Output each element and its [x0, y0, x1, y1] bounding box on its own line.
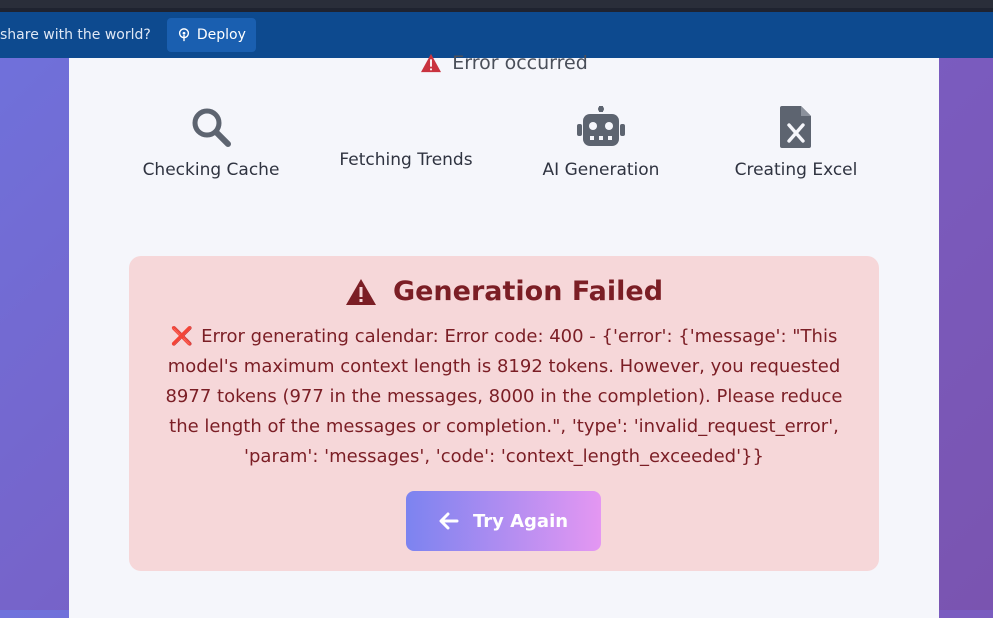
- step-ai-generation: AI Generation: [531, 106, 671, 180]
- deploy-label: Deploy: [196, 27, 246, 43]
- step-creating-excel: Creating Excel: [726, 106, 866, 180]
- step-checking-cache: Checking Cache: [141, 106, 281, 180]
- deploy-icon: [178, 28, 189, 42]
- window-top-strip-inner: [0, 0, 993, 8]
- try-again-button[interactable]: Try Again: [406, 491, 601, 551]
- step-label: AI Generation: [542, 160, 660, 180]
- step-fetching-trends: Fetching Trends: [331, 150, 481, 170]
- warning-icon: [421, 53, 442, 73]
- status-text: Error occurred: [452, 52, 588, 74]
- try-again-label: Try Again: [472, 510, 569, 532]
- status-line: Error occurred: [69, 52, 939, 74]
- error-title: Generation Failed: [392, 276, 664, 307]
- window-top-strip: [0, 0, 993, 12]
- cross-icon: ❌: [170, 326, 194, 347]
- step-label: Fetching Trends: [339, 150, 473, 170]
- main-card: Error occurred Checking Cache Fetching T…: [69, 52, 939, 618]
- banner-text: share with the world?: [0, 27, 151, 43]
- step-label: Creating Excel: [734, 160, 858, 180]
- arrow-left-icon: [439, 512, 459, 530]
- warning-icon: [345, 278, 376, 305]
- error-message: ❌ Error generating calendar: Error code: …: [151, 322, 857, 472]
- robot-icon: [577, 106, 625, 146]
- deploy-button[interactable]: Deploy: [166, 18, 256, 52]
- error-title-row: Generation Failed: [129, 276, 879, 307]
- excel-file-icon: [780, 106, 811, 148]
- search-icon: [192, 108, 231, 147]
- step-label: Checking Cache: [142, 160, 280, 180]
- error-message-text: Error generating calendar: Error code: 4…: [165, 326, 843, 467]
- error-alert: Generation Failed ❌ Error generating cale…: [129, 256, 879, 571]
